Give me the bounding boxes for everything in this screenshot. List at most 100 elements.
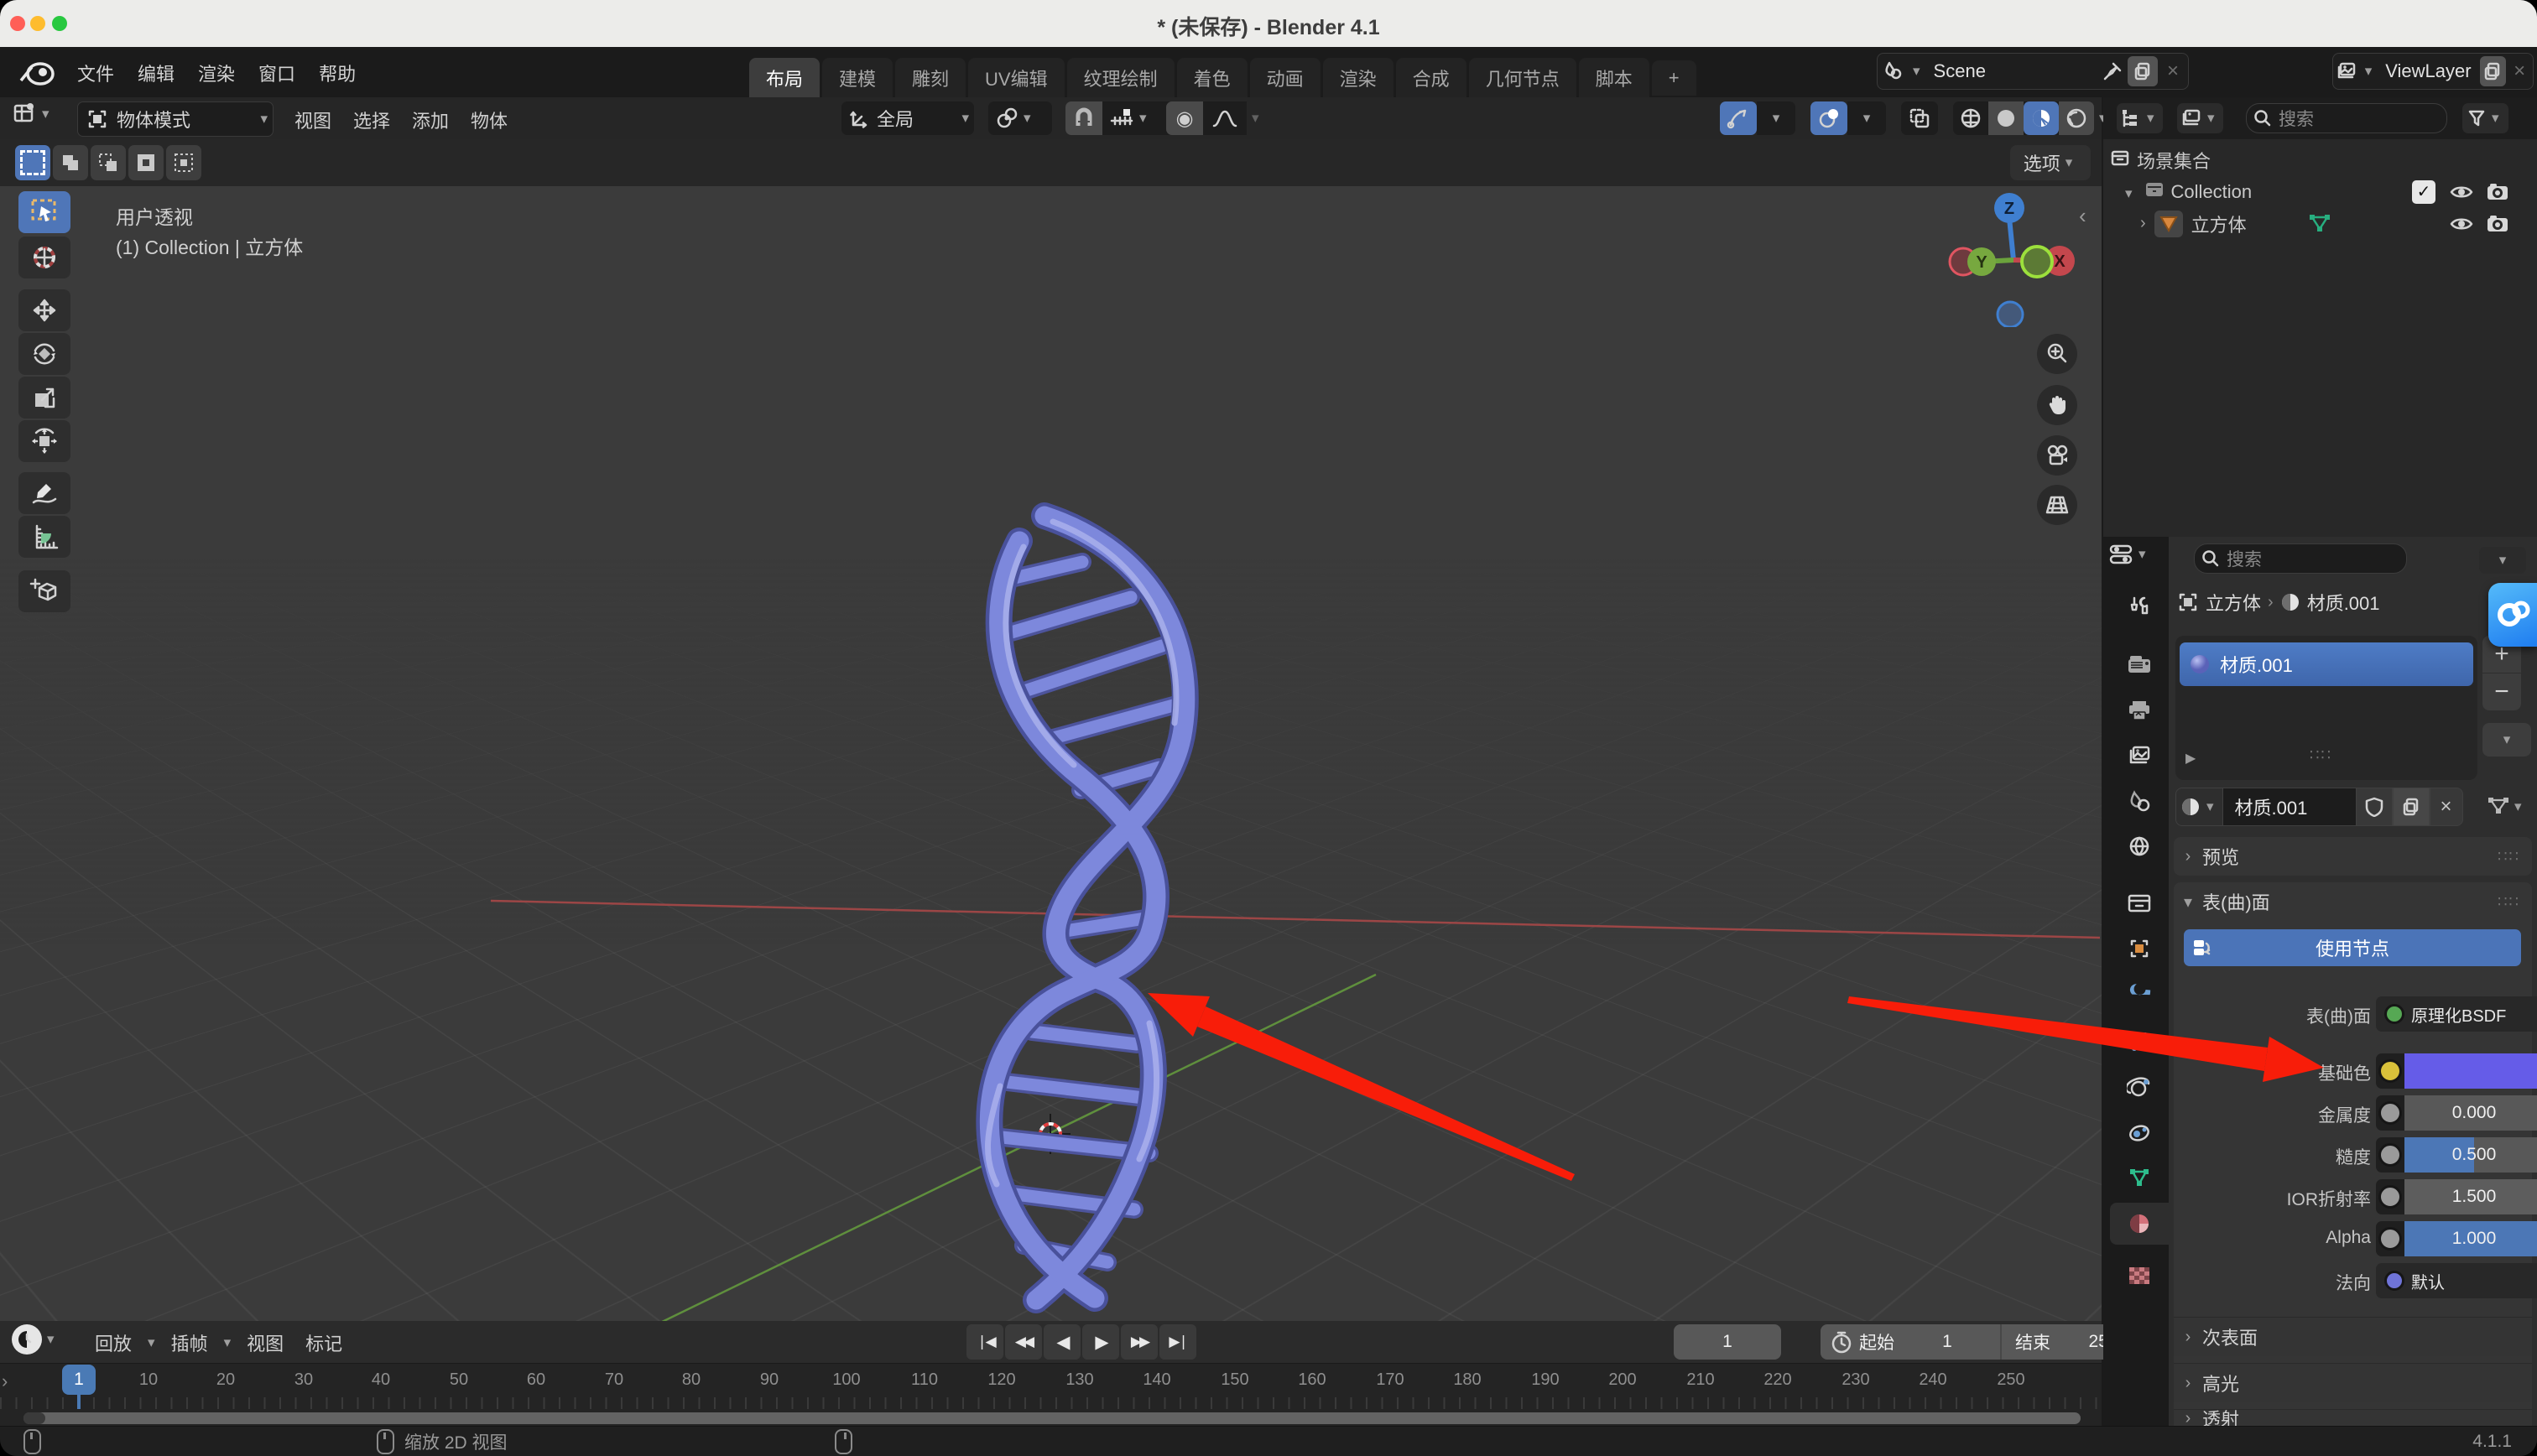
roughness-socket[interactable]	[2378, 1143, 2402, 1167]
ior-socket[interactable]	[2378, 1185, 2402, 1209]
tool-transform[interactable]	[18, 420, 70, 462]
tab-object-data[interactable]	[2110, 1157, 2169, 1199]
tab-material[interactable]	[2110, 1203, 2169, 1245]
next-keyframe-button[interactable]: ▶▶	[1121, 1324, 1158, 1360]
tool-select-box[interactable]	[18, 191, 70, 233]
proportional-editing-toggle[interactable]: ◉	[1166, 101, 1203, 135]
orthographic-view-button[interactable]	[2037, 485, 2077, 525]
properties-filter-dropdown[interactable]	[2479, 547, 2526, 574]
menu-render[interactable]: 渲染	[186, 55, 247, 91]
scene-icon[interactable]	[1878, 56, 1908, 86]
eye-icon[interactable]	[2449, 182, 2474, 202]
menu-edit[interactable]: 编辑	[126, 55, 186, 91]
workspace-tab-scripting[interactable]: 脚本	[1579, 58, 1649, 98]
tool-cursor[interactable]	[18, 237, 70, 278]
workspace-tab-layout[interactable]: 布局	[749, 58, 820, 98]
navigation-gizmo[interactable]: Y X Z	[1946, 193, 2089, 327]
xray-toggle[interactable]	[1901, 101, 1938, 135]
outliner-cube-row[interactable]: › 立方体	[2103, 208, 2537, 239]
metallic-socket[interactable]	[2378, 1101, 2402, 1125]
scene-name[interactable]: Scene	[1925, 60, 2097, 82]
timeline-menu-keying[interactable]: 插帧	[160, 1326, 219, 1360]
proportional-dropdown-chevron[interactable]	[1247, 110, 1264, 127]
ior-slider[interactable]: 1.500	[2404, 1179, 2537, 1214]
surface-shader-button[interactable]: 原理化BSDF	[2376, 996, 2537, 1032]
menu-add[interactable]: 添加	[401, 103, 460, 137]
menu-help[interactable]: 帮助	[307, 55, 367, 91]
playhead-badge[interactable]: 1	[62, 1365, 96, 1395]
outliner-filter-mode-dropdown[interactable]	[2177, 103, 2223, 133]
workspace-tab-uv[interactable]: UV编辑	[968, 58, 1065, 98]
pivot-point-dropdown[interactable]	[988, 101, 1052, 135]
workspace-tab-texpaint[interactable]: 纹理绘制	[1067, 58, 1175, 98]
tool-measure[interactable]	[18, 516, 70, 558]
tab-modifiers[interactable]	[2110, 973, 2169, 1015]
shading-material-preview-button[interactable]	[2024, 101, 2059, 135]
expand-icon[interactable]: ›	[2140, 214, 2146, 233]
menu-file[interactable]: 文件	[65, 55, 126, 91]
options-dropdown[interactable]: 选项	[2010, 145, 2091, 180]
base-color-socket[interactable]	[2378, 1059, 2402, 1083]
specular-panel-header[interactable]: ›高光	[2174, 1363, 2532, 1402]
roughness-slider[interactable]: 0.500	[2404, 1137, 2537, 1173]
select-mode-set[interactable]	[15, 145, 50, 180]
unlink-material-icon[interactable]: ×	[2430, 788, 2463, 826]
properties-editor-dropdown[interactable]	[2108, 543, 2151, 565]
timeline-menu-playback[interactable]: 回放	[84, 1326, 143, 1360]
eye-icon[interactable]	[2449, 214, 2474, 234]
workspace-tab-rendering[interactable]: 渲染	[1323, 58, 1394, 98]
workspace-tab-shading[interactable]: 着色	[1177, 58, 1248, 98]
breadcrumb-object[interactable]: 立方体	[2206, 589, 2261, 616]
timeline-menu-view[interactable]: 视图	[236, 1326, 294, 1360]
tab-texture[interactable]	[2110, 1255, 2169, 1297]
workspace-tab-compositing[interactable]: 合成	[1396, 58, 1466, 98]
viewlayer-delete-icon[interactable]: ×	[2506, 56, 2533, 86]
shading-rendered-button[interactable]	[2059, 101, 2094, 135]
camera-view-button[interactable]	[2037, 435, 2077, 476]
breadcrumb-material[interactable]: 材质.001	[2307, 589, 2380, 616]
preview-panel-header[interactable]: ›预览∷∷	[2174, 837, 2532, 876]
snap-magnet-toggle[interactable]	[1065, 101, 1102, 135]
metallic-slider[interactable]: 0.000	[2404, 1095, 2537, 1131]
viewlayer-new-copy-icon[interactable]	[2480, 56, 2507, 86]
shading-solid-button[interactable]	[1988, 101, 2024, 135]
tool-annotate[interactable]	[18, 472, 70, 514]
viewlayer-name[interactable]: ViewLayer	[2377, 60, 2479, 82]
material-slot-selected[interactable]: 材质.001	[2180, 642, 2473, 686]
tab-object[interactable]	[2110, 928, 2169, 970]
menu-window[interactable]: 窗口	[247, 55, 307, 91]
blender-logo-icon[interactable]	[18, 55, 55, 89]
proportional-falloff-icon[interactable]	[1203, 101, 1247, 135]
viewlayer-icon[interactable]	[2333, 56, 2360, 86]
alpha-socket[interactable]	[2378, 1227, 2402, 1251]
editor-type-dropdown[interactable]	[12, 101, 55, 127]
fake-user-shield-icon[interactable]	[2356, 788, 2393, 826]
viewlayer-browse-chevron[interactable]	[2360, 63, 2378, 80]
sidebar-collapse-arrow[interactable]: ‹	[2079, 203, 2086, 229]
tool-rotate[interactable]	[18, 333, 70, 375]
select-mode-subtract[interactable]	[91, 145, 126, 180]
material-name-field[interactable]: 材质.001	[2223, 788, 2356, 826]
menu-object[interactable]: 物体	[460, 103, 518, 137]
macos-app-icon-overlay[interactable]	[2488, 583, 2537, 647]
timeline-scrollbar[interactable]	[23, 1412, 2081, 1424]
camera-restrict-icon[interactable]	[2486, 182, 2509, 202]
tool-scale[interactable]	[18, 377, 70, 419]
select-mode-invert[interactable]	[128, 145, 164, 180]
workspace-tab-sculpting[interactable]: 雕刻	[895, 58, 966, 98]
add-workspace-button[interactable]: +	[1652, 60, 1696, 96]
timeline-ruler[interactable]: › 1020 3040 5060 7080 90100 110120 13014…	[0, 1363, 2102, 1433]
outliner-display-mode-dropdown[interactable]	[2117, 103, 2163, 133]
workspace-tab-animation[interactable]: 动画	[1250, 58, 1321, 98]
tab-tool[interactable]	[2110, 585, 2169, 627]
normal-input[interactable]: 默认	[2376, 1263, 2537, 1298]
scene-new-copy-icon[interactable]	[2128, 56, 2158, 86]
workspace-tab-modeling[interactable]: 建模	[822, 58, 893, 98]
tab-viewlayer[interactable]	[2110, 735, 2169, 777]
menu-select[interactable]: 选择	[342, 103, 401, 137]
snap-settings-dropdown[interactable]	[1102, 101, 1175, 135]
previous-keyframe-button[interactable]: ◀◀	[1005, 1324, 1042, 1360]
viewport-3d[interactable]: 选项 用户透视 (1) Collection | 立方体 Y X	[0, 139, 2102, 1321]
tab-physics[interactable]	[2110, 1067, 2169, 1109]
subsurface-panel-header[interactable]: ›次表面	[2174, 1317, 2532, 1356]
